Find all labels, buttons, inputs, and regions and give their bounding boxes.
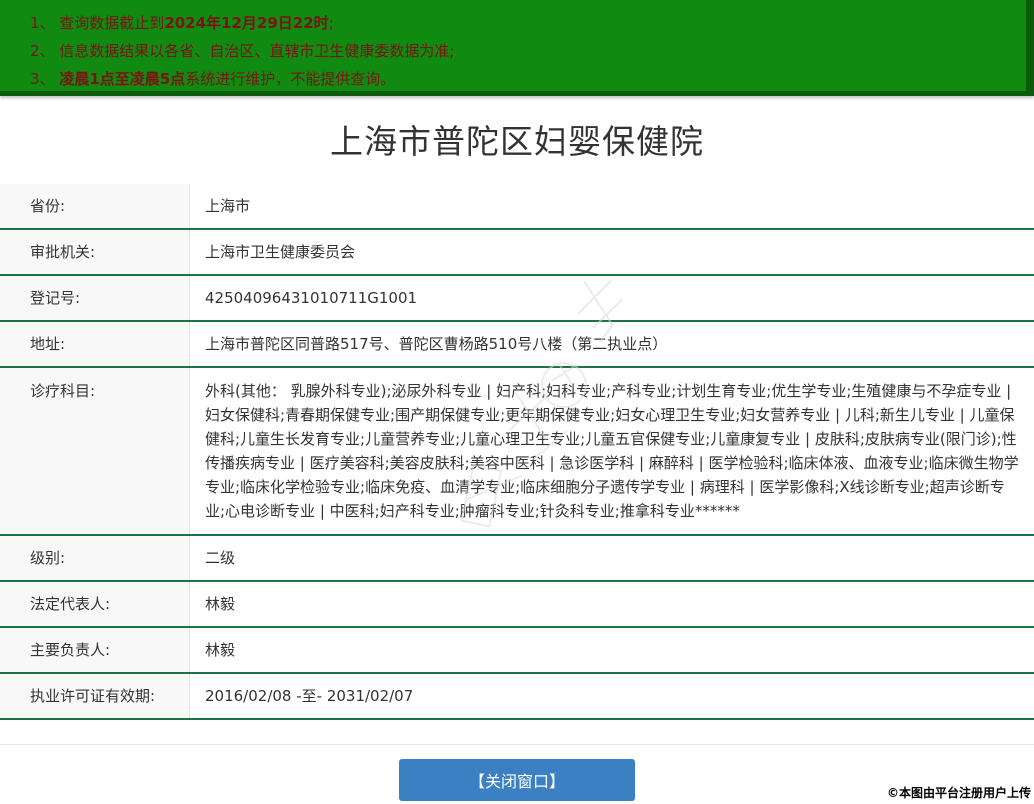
table-row-principal: 主要负责人: 林毅 [0,628,1034,674]
notice-1-text: 1、 查询数据截止到 [30,14,165,32]
field-label: 登记号: [0,276,190,320]
field-label: 法定代表人: [0,582,190,626]
table-row-level: 级别: 二级 [0,536,1034,582]
notice-3-text: 3、 [30,70,60,88]
field-value: 林毅 [205,641,236,659]
table-row-medical-subjects: 诊疗科目: 外科(其他： 乳腺外科专业);泌尿外科专业 | 妇产科;妇科专业;产… [0,368,1034,536]
notice-2-text: 2、 信息数据结果以各省、自治区、直辖市卫生健康委数据为准; [30,42,455,60]
field-label: 主要负责人: [0,628,190,672]
detail-table: 省份: 上海市 审批机关: 上海市卫生健康委员会 登记号: 4250409643… [0,184,1034,720]
close-window-button[interactable]: 【关闭窗口】 [399,759,635,801]
notice-line-1: 1、 查询数据截止到2024年12月29日22时; [30,9,1026,37]
field-value: 42504096431010711G1001 [205,289,418,307]
field-label: 执业许可证有效期: [0,674,190,718]
notice-1-bold: 2024年12月29日22时 [164,14,329,32]
field-value: 上海市普陀区同普路517号、普陀区曹杨路510号八楼（第二执业点） [205,335,668,353]
notice-banner: 1、 查询数据截止到2024年12月29日22时; 2、 信息数据结果以各省、自… [0,0,1034,96]
copyright-note: ©本图由平台注册用户上传 [886,786,1031,800]
notice-line-3: 3、 凌晨1点至凌晨5点系统进行维护，不能提供查询。 [30,65,1026,93]
notice-3-suffix: 系统进行维护，不能提供查询。 [185,70,396,88]
field-value: 上海市卫生健康委员会 [205,243,356,261]
table-row-license-validity: 执业许可证有效期: 2016/02/08 -至- 2031/02/07 [0,674,1034,720]
notice-3-bold: 凌晨1点至凌晨5点 [59,70,186,88]
table-row-address: 地址: 上海市普陀区同普路517号、普陀区曹杨路510号八楼（第二执业点） [0,322,1034,368]
field-label: 审批机关: [0,230,190,274]
field-label: 级别: [0,536,190,580]
field-label: 诊疗科目: [0,368,190,534]
query-result-page: 1、 查询数据截止到2024年12月29日22时; 2、 信息数据结果以各省、自… [0,0,1034,804]
table-row-approval-authority: 审批机关: 上海市卫生健康委员会 [0,230,1034,276]
field-label: 省份: [0,184,190,228]
field-value: 林毅 [205,595,236,613]
field-value: 外科(其他： 乳腺外科专业);泌尿外科专业 | 妇产科;妇科专业;产科专业;计划… [205,382,1019,520]
table-row-registration-number: 登记号: 42504096431010711G1001 [0,276,1034,322]
notice-1-suffix: ; [328,14,334,32]
footer-divider [0,744,1034,745]
page-title: 上海市普陀区妇婴保健院 [330,122,704,161]
table-row-province: 省份: 上海市 [0,184,1034,230]
field-label: 地址: [0,322,190,366]
field-value: 2016/02/08 -至- 2031/02/07 [205,687,414,705]
field-value: 上海市 [205,197,251,215]
field-value: 二级 [205,549,236,567]
table-row-legal-representative: 法定代表人: 林毅 [0,582,1034,628]
notice-line-2: 2、 信息数据结果以各省、自治区、直辖市卫生健康委数据为准; [30,37,1026,65]
